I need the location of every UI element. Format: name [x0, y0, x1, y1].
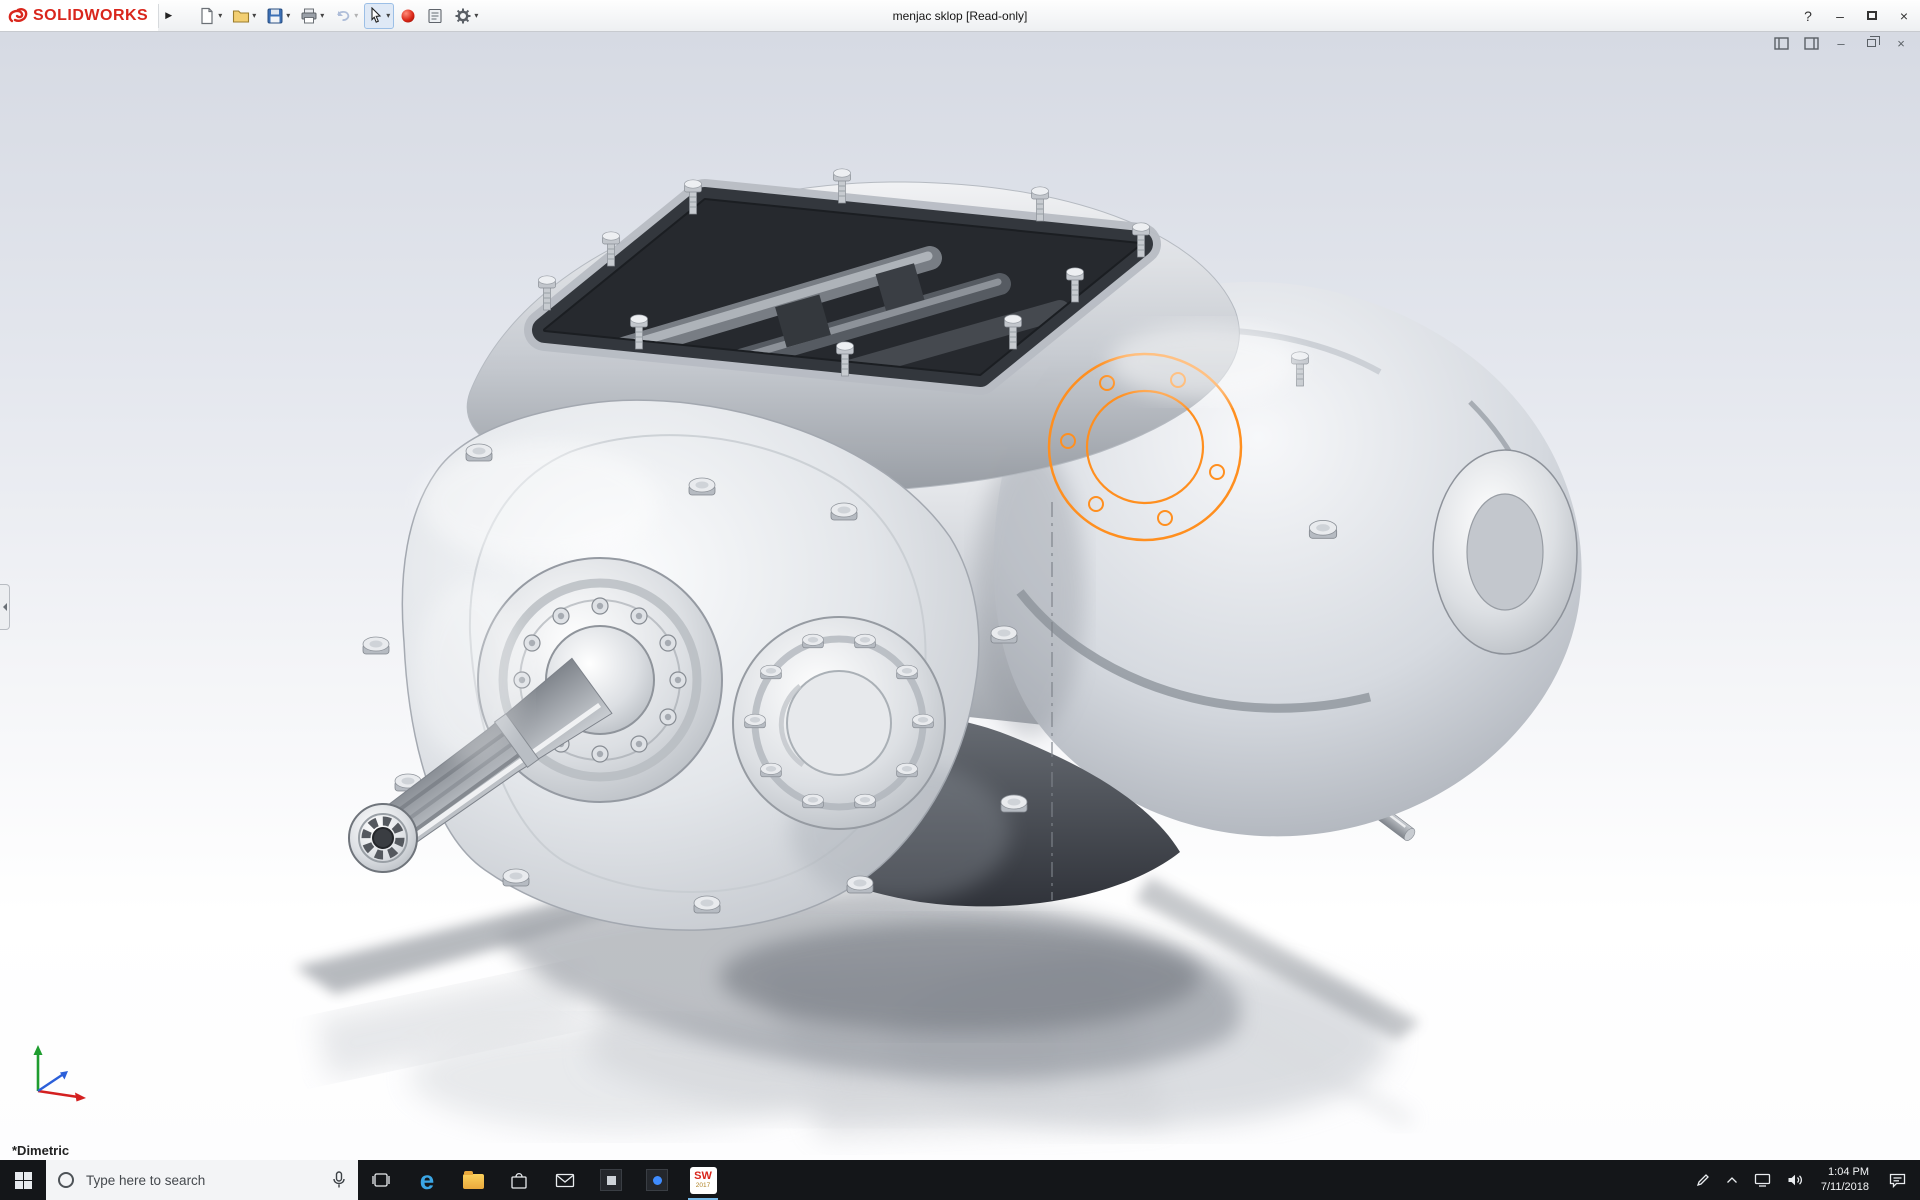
cursor-icon: [368, 7, 384, 24]
system-tray: 1:04 PM 7/11/2018: [1688, 1160, 1920, 1200]
print-button[interactable]: ▾: [296, 3, 328, 29]
solidworks-taskbar-button[interactable]: SW 2017: [680, 1160, 726, 1200]
close-button[interactable]: ×: [1888, 0, 1920, 31]
volume-icon: [1787, 1173, 1803, 1187]
store-bag-icon: [509, 1171, 529, 1190]
dropdown-caret-icon: ▾: [386, 11, 390, 20]
photos-button[interactable]: [588, 1160, 634, 1200]
restore-icon: [1867, 39, 1876, 47]
minimize-button[interactable]: –: [1824, 0, 1856, 31]
windows-logo-icon: [15, 1172, 32, 1189]
maximize-button[interactable]: [1856, 0, 1888, 31]
open-document-button[interactable]: ▾: [228, 3, 260, 29]
spline-shaft-end: [349, 804, 417, 872]
pen-tray-button[interactable]: [1688, 1160, 1718, 1200]
main-toolbar: ▾ ▾ ▾: [194, 3, 482, 29]
clock-time: 1:04 PM: [1828, 1165, 1869, 1180]
highlight: [415, 582, 525, 762]
highlight: [1110, 324, 1300, 400]
dropdown-caret-icon: ▾: [286, 11, 290, 20]
expand-menu-arrow-icon[interactable]: ▶: [158, 4, 178, 28]
save-button[interactable]: ▾: [262, 3, 294, 29]
dropdown-caret-icon: ▾: [354, 11, 358, 20]
mail-icon: [555, 1173, 575, 1188]
report-options-button[interactable]: [422, 3, 448, 29]
solidworks-logo: SOLIDWORKS: [0, 0, 158, 31]
split-pane-left-icon[interactable]: [1772, 35, 1790, 51]
new-document-icon: [198, 7, 216, 25]
clock-date: 7/11/2018: [1821, 1180, 1869, 1195]
search-input[interactable]: [84, 1172, 322, 1189]
undo-button[interactable]: ▾: [330, 3, 362, 29]
select-tool-button[interactable]: ▾: [364, 3, 394, 29]
store-button[interactable]: [496, 1160, 542, 1200]
dropdown-caret-icon: ▾: [252, 11, 256, 20]
help-button[interactable]: ?: [1792, 0, 1824, 31]
edge-icon: e: [420, 1167, 434, 1193]
dropdown-caret-icon: ▾: [218, 11, 222, 20]
window-controls: ? – ×: [1792, 0, 1920, 31]
side-cover-boss[interactable]: [733, 617, 945, 829]
sw-year: 2017: [696, 1183, 710, 1190]
view-orientation-label: *Dimetric: [12, 1143, 69, 1158]
document-window-controls: – ×: [1772, 35, 1910, 51]
gearbox-assembly-model[interactable]: [0, 32, 1920, 1160]
solidworks-window: SOLIDWORKS ▶ ▾ ▾: [0, 0, 1920, 1200]
appearance-sphere-icon: [400, 8, 416, 24]
doc-close-button[interactable]: ×: [1892, 35, 1910, 51]
chevron-up-icon: [1726, 1176, 1738, 1184]
settings-button[interactable]: ▾: [450, 3, 482, 29]
report-book-icon: [426, 7, 444, 25]
action-center-icon: [1889, 1173, 1906, 1188]
new-document-button[interactable]: ▾: [194, 3, 226, 29]
photos-icon: [600, 1169, 622, 1191]
volume-tray-button[interactable]: [1779, 1160, 1811, 1200]
file-explorer-icon: [463, 1174, 484, 1189]
pen-icon: [1696, 1173, 1710, 1187]
action-center-button[interactable]: [1879, 1160, 1920, 1200]
network-tray-button[interactable]: [1746, 1160, 1779, 1200]
print-icon: [300, 7, 318, 25]
brand-name: SOLIDWORKS: [33, 7, 148, 25]
dropdown-caret-icon: ▾: [474, 11, 478, 20]
microphone-icon[interactable]: [332, 1171, 346, 1189]
media-app-button[interactable]: [634, 1160, 680, 1200]
mail-button[interactable]: [542, 1160, 588, 1200]
taskbar-clock[interactable]: 1:04 PM 7/11/2018: [1811, 1165, 1879, 1195]
appearances-button[interactable]: [396, 3, 420, 29]
3d-viewport[interactable]: – ×: [0, 32, 1920, 1160]
collapsed-panel-tab[interactable]: [0, 584, 10, 630]
maximize-icon: [1867, 11, 1877, 20]
solidworks-2017-icon: SW 2017: [690, 1167, 717, 1194]
titlebar: SOLIDWORKS ▶ ▾ ▾: [0, 0, 1920, 32]
task-view-button[interactable]: [358, 1160, 404, 1200]
network-icon: [1754, 1173, 1771, 1187]
start-button[interactable]: [0, 1160, 46, 1200]
taskbar-search[interactable]: [46, 1160, 358, 1200]
orientation-triad[interactable]: [20, 1037, 92, 1114]
cortana-icon: [58, 1172, 74, 1188]
media-app-icon: [646, 1169, 668, 1191]
split-pane-right-icon[interactable]: [1802, 35, 1820, 51]
file-explorer-button[interactable]: [450, 1160, 496, 1200]
doc-minimize-button[interactable]: –: [1832, 35, 1850, 51]
document-title: menjac sklop [Read-only]: [893, 9, 1028, 23]
windows-taskbar: e SW 2017: [0, 1160, 1920, 1200]
undo-icon: [334, 7, 352, 25]
dassault-logo-icon: [8, 7, 28, 25]
hidden-icons-button[interactable]: [1718, 1160, 1746, 1200]
task-view-icon: [371, 1171, 391, 1189]
gearbox-model[interactable]: [349, 169, 1582, 930]
open-folder-icon: [232, 7, 250, 25]
doc-restore-button[interactable]: [1862, 35, 1880, 51]
save-icon: [266, 7, 284, 25]
edge-button[interactable]: e: [404, 1160, 450, 1200]
sw-abbr: SW: [694, 1171, 712, 1182]
dropdown-caret-icon: ▾: [320, 11, 324, 20]
gear-icon: [454, 7, 472, 25]
